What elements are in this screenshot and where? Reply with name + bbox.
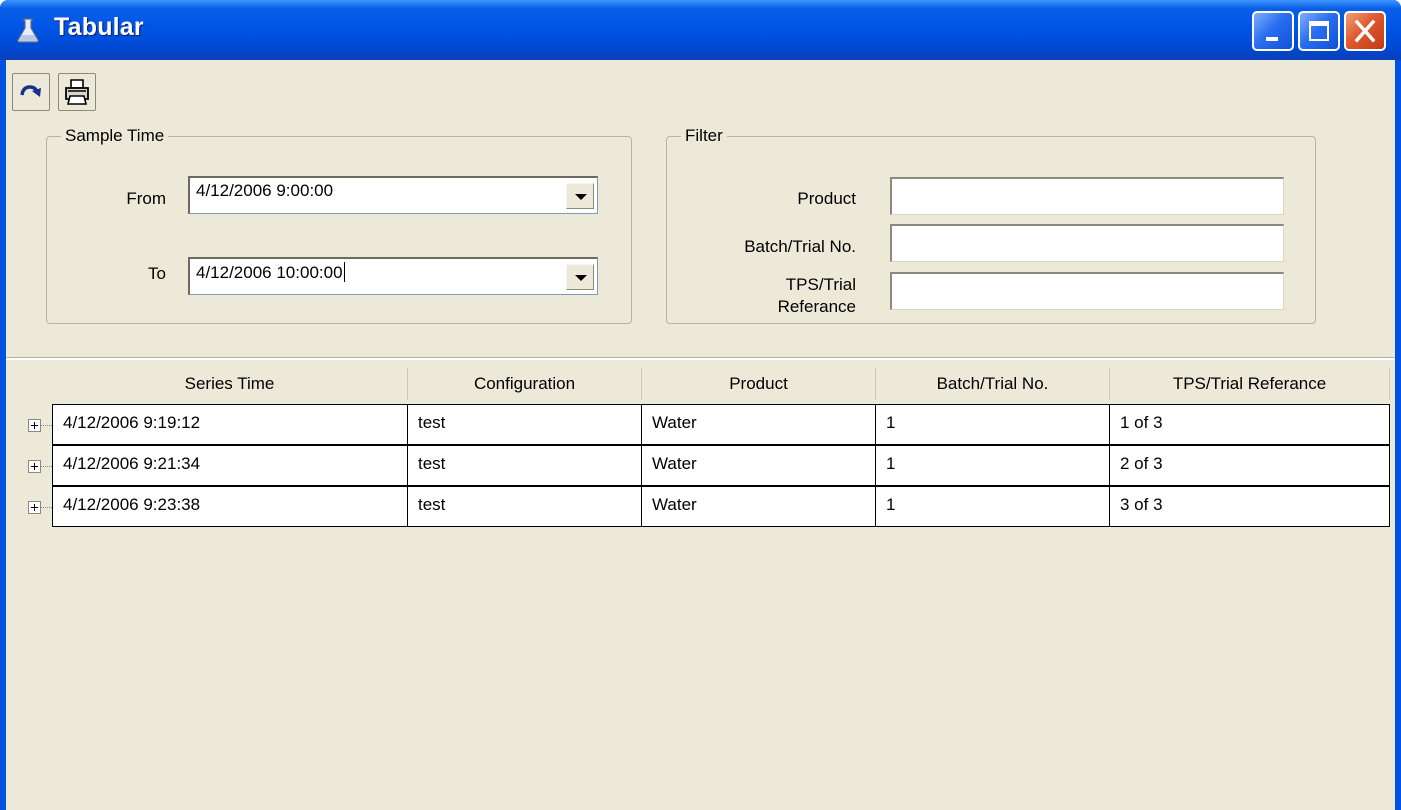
tps-trial-input[interactable]: [890, 272, 1284, 310]
text-caret: [343, 262, 345, 282]
cell-batch-trial[interactable]: 1: [876, 486, 1110, 527]
tabular-window: Tabular Sample Time From 4/12/2006 9:00:…: [0, 0, 1401, 810]
close-button[interactable]: [1344, 11, 1386, 51]
to-value: 4/12/2006 10:00:00: [196, 263, 343, 282]
expand-row-icon[interactable]: [28, 460, 41, 473]
from-datetime-picker[interactable]: 4/12/2006 9:00:00: [188, 176, 598, 214]
tree-connector: [41, 466, 52, 468]
cell-product[interactable]: Water: [642, 486, 876, 527]
column-header-batch-trial[interactable]: Batch/Trial No.: [876, 368, 1110, 400]
to-dropdown-button[interactable]: [566, 264, 594, 290]
to-datetime-picker[interactable]: 4/12/2006 10:00:00: [188, 257, 598, 295]
refresh-icon: [20, 85, 41, 97]
minimize-icon: [1266, 37, 1278, 41]
product-label: Product: [797, 189, 856, 208]
table-row[interactable]: 4/12/2006 9:23:38 test Water 1 3 of 3: [52, 486, 1390, 527]
window-title: Tabular: [54, 13, 144, 41]
column-header-tps-trial[interactable]: TPS/Trial Referance: [1110, 368, 1390, 400]
printer-icon: [65, 79, 89, 105]
tps-trial-label-line2: Referance: [777, 297, 856, 316]
refresh-button[interactable]: [12, 73, 50, 111]
tree-connector: [41, 425, 52, 427]
maximize-button[interactable]: [1298, 11, 1340, 51]
batch-trial-label: Batch/Trial No.: [744, 237, 856, 256]
from-label: From: [126, 189, 166, 208]
minimize-button[interactable]: [1252, 11, 1294, 51]
client-area: Sample Time From 4/12/2006 9:00:00 To 4/…: [6, 60, 1395, 810]
cell-configuration[interactable]: test: [408, 404, 642, 445]
cell-series-time[interactable]: 4/12/2006 9:23:38: [52, 486, 408, 527]
cell-series-time[interactable]: 4/12/2006 9:19:12: [52, 404, 408, 445]
cell-product[interactable]: Water: [642, 445, 876, 486]
cell-batch-trial[interactable]: 1: [876, 404, 1110, 445]
cell-configuration[interactable]: test: [408, 445, 642, 486]
batch-trial-input[interactable]: [890, 224, 1284, 262]
expand-row-icon[interactable]: [28, 419, 41, 432]
from-dropdown-button[interactable]: [566, 183, 594, 209]
print-button[interactable]: [58, 73, 96, 111]
cell-product[interactable]: Water: [642, 404, 876, 445]
expand-row-icon[interactable]: [28, 501, 41, 514]
splitter[interactable]: [6, 357, 1395, 360]
column-header-product[interactable]: Product: [642, 368, 876, 400]
flask-icon: [17, 18, 39, 43]
maximize-icon: [1309, 21, 1329, 41]
from-value: 4/12/2006 9:00:00: [196, 181, 334, 200]
cell-tps-trial[interactable]: 1 of 3: [1110, 404, 1390, 445]
table-row[interactable]: 4/12/2006 9:19:12 test Water 1 1 of 3: [52, 404, 1390, 445]
tree-connector: [41, 507, 52, 509]
cell-batch-trial[interactable]: 1: [876, 445, 1110, 486]
filter-legend: Filter: [685, 126, 723, 145]
cell-tps-trial[interactable]: 3 of 3: [1110, 486, 1390, 527]
to-label: To: [148, 264, 166, 283]
title-bar[interactable]: Tabular: [0, 0, 1401, 60]
cell-series-time[interactable]: 4/12/2006 9:21:34: [52, 445, 408, 486]
product-input[interactable]: [890, 177, 1284, 215]
column-header-series-time[interactable]: Series Time: [52, 368, 408, 400]
table-row[interactable]: 4/12/2006 9:21:34 test Water 1 2 of 3: [52, 445, 1390, 486]
cell-tps-trial[interactable]: 2 of 3: [1110, 445, 1390, 486]
sample-time-legend: Sample Time: [65, 126, 165, 145]
close-icon: [1354, 19, 1376, 43]
column-header-configuration[interactable]: Configuration: [408, 368, 642, 400]
cell-configuration[interactable]: test: [408, 486, 642, 527]
tps-trial-label-line1: TPS/Trial: [785, 275, 856, 294]
